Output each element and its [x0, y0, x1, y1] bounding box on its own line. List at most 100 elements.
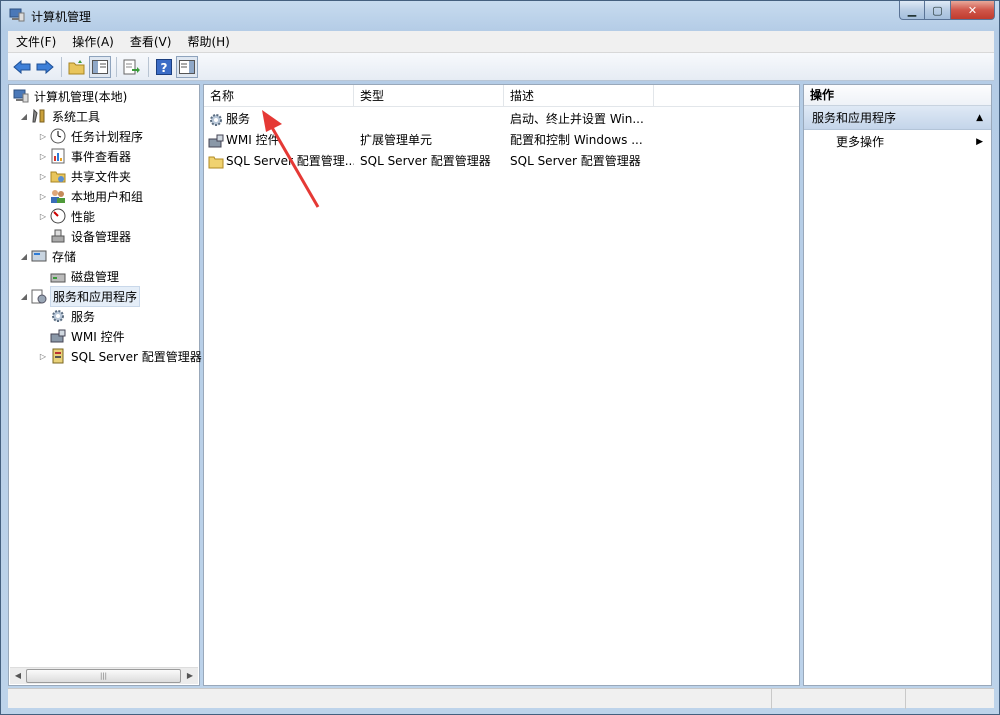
back-icon [13, 59, 31, 74]
export-list-button[interactable] [121, 56, 143, 78]
tree-item-label: 本地用户和组 [71, 189, 144, 204]
menu-file[interactable]: 文件(F) [8, 31, 64, 53]
collapse-arrow-icon[interactable]: ◢ [18, 292, 30, 301]
show-hide-action-pane-button[interactable] [176, 55, 198, 78]
column-header-description[interactable]: 描述 [504, 85, 654, 107]
tree-item-sql-config[interactable]: ▷ SQL Server 配置管理器 [37, 346, 204, 366]
action-more-actions[interactable]: 更多操作 ▶ [804, 130, 991, 154]
tree-item-local-users[interactable]: ▷ 本地用户和组 [37, 186, 145, 206]
tools-icon [30, 108, 48, 124]
clock-icon [49, 128, 67, 144]
forward-icon [36, 59, 54, 74]
shared-folder-icon [49, 168, 67, 184]
action-pane: 操作 服务和应用程序 ▲ 更多操作 ▶ [803, 84, 992, 686]
cell-description: 配置和控制 Windows ... [510, 133, 643, 147]
submenu-arrow-icon: ▶ [976, 137, 983, 147]
menu-view[interactable]: 查看(V) [122, 31, 180, 53]
wmi-icon [49, 328, 67, 344]
tree-item-label: SQL Server 配置管理器 [71, 349, 202, 364]
tree-item-performance[interactable]: ▷ 性能 [37, 206, 97, 226]
scroll-thumb[interactable]: ||| [26, 669, 181, 683]
cell-description: 启动、终止并设置 Win... [510, 112, 644, 126]
cell-name: WMI 控件 [226, 133, 280, 147]
gear-icon [208, 112, 224, 127]
maximize-button[interactable]: ▢ [925, 1, 951, 20]
scroll-right-icon[interactable]: ▶ [183, 670, 197, 682]
tree-item-storage[interactable]: ◢ 存储 [18, 246, 78, 266]
computer-management-icon [9, 8, 25, 22]
wmi-icon [208, 133, 224, 148]
list-item-services[interactable]: 服务 启动、终止并设置 Win... [204, 109, 799, 130]
tree-item-label: 磁盘管理 [71, 269, 120, 284]
expand-arrow-icon[interactable]: ▷ [37, 352, 49, 361]
tree-item-label: 共享文件夹 [71, 169, 132, 184]
expand-arrow-icon[interactable]: ▷ [37, 152, 49, 161]
toolbar-separator [61, 56, 62, 77]
column-header-name[interactable]: 名称 [204, 85, 354, 107]
results-list: 名称 类型 描述 服务 启动、终止并设置 Win... WMI 控件 扩展管理单… [203, 84, 800, 686]
collapse-arrow-icon[interactable]: ◢ [18, 252, 30, 261]
tree-item-wmi[interactable]: WMI 控件 [49, 326, 127, 346]
status-segment [8, 689, 772, 709]
cell-type: SQL Server 配置管理器 [360, 154, 491, 168]
show-hide-tree-button[interactable] [89, 55, 111, 78]
tree-item-label: 事件查看器 [71, 149, 132, 164]
list-item-wmi[interactable]: WMI 控件 扩展管理单元 配置和控制 Windows ... [204, 130, 799, 151]
services-apps-icon [30, 288, 48, 304]
up-folder-icon [68, 59, 85, 74]
scroll-left-icon[interactable]: ◀ [11, 670, 25, 682]
menu-action[interactable]: 操作(A) [64, 31, 122, 53]
computer-management-icon [12, 88, 30, 104]
tree-item-label: 任务计划程序 [71, 129, 144, 144]
folder-icon [208, 154, 224, 169]
list-header: 名称 类型 描述 [204, 85, 799, 107]
device-manager-icon [49, 228, 67, 244]
expand-arrow-icon[interactable]: ▷ [37, 212, 49, 221]
tree-item-label: 服务 [71, 309, 96, 324]
minimize-button[interactable]: ▁ [899, 1, 925, 20]
cell-name: 服务 [226, 112, 251, 126]
disk-icon [49, 268, 67, 284]
menu-help[interactable]: 帮助(H) [179, 31, 237, 53]
collapse-up-icon[interactable]: ▲ [976, 106, 983, 130]
show-hide-action-pane-icon [179, 59, 195, 74]
tree-horizontal-scrollbar[interactable]: ◀ ||| ▶ [10, 667, 198, 684]
tree-item-services[interactable]: 服务 [49, 306, 97, 326]
expand-arrow-icon[interactable]: ▷ [37, 192, 49, 201]
tree-item-system-tools[interactable]: ◢ 系统工具 [18, 106, 102, 126]
collapse-arrow-icon[interactable]: ◢ [18, 112, 30, 121]
toolbar-separator [116, 56, 117, 77]
window-title: 计算机管理 [31, 10, 92, 24]
tree-item-shared-folders[interactable]: ▷ 共享文件夹 [37, 166, 133, 186]
menu-bar: 文件(F) 操作(A) 查看(V) 帮助(H) [8, 31, 994, 53]
tree-item-task-scheduler[interactable]: ▷ 任务计划程序 [37, 126, 145, 146]
back-button[interactable] [11, 56, 33, 78]
tree-item-services-apps[interactable]: ◢ 服务和应用程序 [18, 285, 141, 307]
list-item-sql-config[interactable]: SQL Server 配置管理... SQL Server 配置管理器 SQL … [204, 151, 799, 172]
forward-button[interactable] [34, 56, 56, 78]
sql-server-icon [49, 348, 67, 364]
show-hide-tree-icon [92, 59, 108, 74]
tree-item-event-viewer[interactable]: ▷ 事件查看器 [37, 146, 133, 166]
gear-icon [49, 308, 67, 324]
minimize-icon: ▁ [907, 3, 917, 17]
event-viewer-icon [49, 148, 67, 164]
up-folder-button[interactable] [66, 56, 88, 78]
help-icon: ? [156, 58, 172, 75]
close-button[interactable]: ✕ [951, 1, 995, 20]
action-group-services-apps[interactable]: 服务和应用程序 ▲ [804, 106, 991, 130]
expand-arrow-icon[interactable]: ▷ [37, 132, 49, 141]
maximize-icon: ▢ [932, 3, 943, 17]
tree-item-disk-management[interactable]: 磁盘管理 [49, 266, 121, 286]
tree-item-root[interactable]: 计算机管理(本地) [12, 86, 129, 106]
svg-text:?: ? [161, 61, 168, 75]
storage-icon [30, 248, 48, 264]
tree-item-label: WMI 控件 [71, 329, 125, 344]
expand-arrow-icon[interactable]: ▷ [37, 172, 49, 181]
title-bar: 计算机管理 ▁ ▢ ✕ [1, 1, 999, 31]
cell-name: SQL Server 配置管理... [226, 154, 354, 168]
tree-item-label: 系统工具 [52, 109, 101, 124]
column-header-type[interactable]: 类型 [354, 85, 504, 107]
tree-item-device-manager[interactable]: 设备管理器 [49, 226, 133, 246]
help-button[interactable]: ? [153, 56, 175, 78]
